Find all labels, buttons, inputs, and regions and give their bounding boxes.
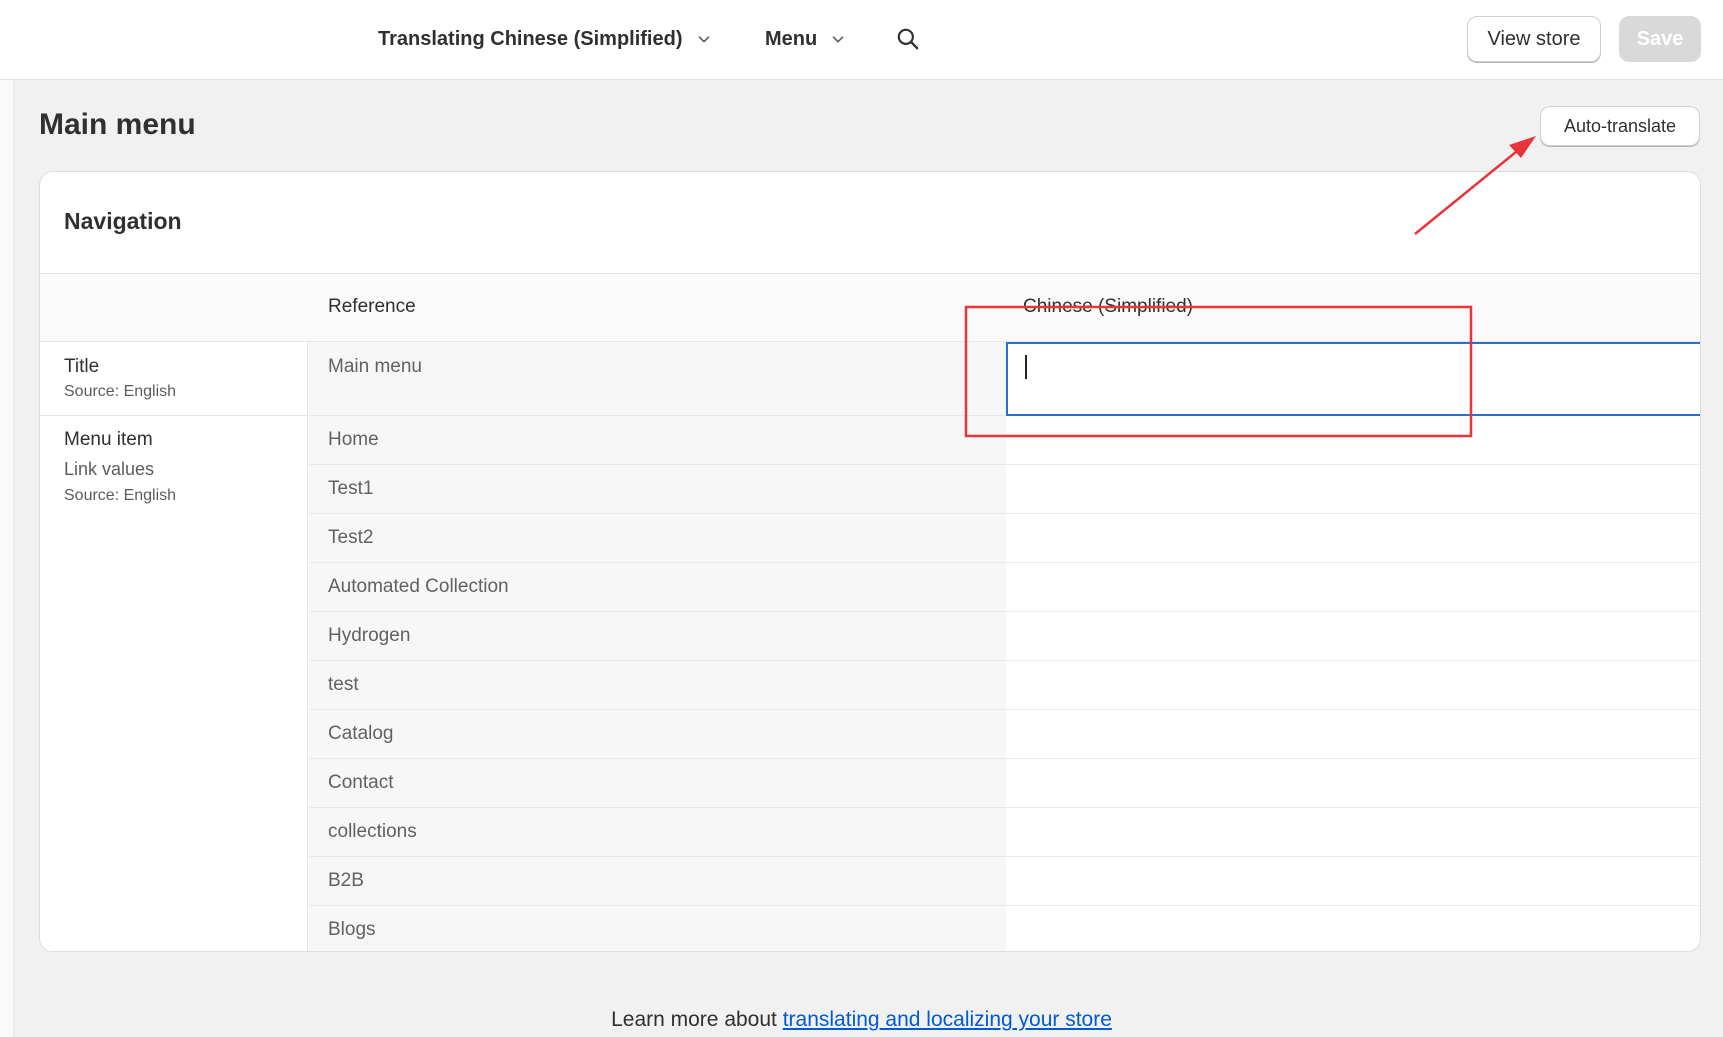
app: Translating Chinese (Simplified) Menu Vi… [0,0,1723,1037]
card-title: Navigation [64,208,182,234]
field-labels-column: Title Source: English Menu item Link val… [40,342,308,951]
reference-item: test [328,674,359,695]
resource-dropdown-label: Menu [765,27,818,50]
divider [1006,562,1700,563]
resource-dropdown[interactable]: Menu [765,23,847,55]
divider [309,905,1006,906]
divider [309,464,1006,465]
auto-translate-button[interactable]: Auto-translate [1540,106,1700,146]
translation-column [1006,342,1700,951]
save-button[interactable]: Save [1619,16,1701,62]
search-icon [897,28,919,50]
divider [40,415,308,416]
language-dropdown[interactable]: Translating Chinese (Simplified) [378,23,713,55]
divider [1006,464,1700,465]
reference-item: Test2 [328,527,374,548]
title-field-label: Title [64,356,100,377]
reference-item: Automated Collection [328,576,509,597]
reference-item: B2B [328,870,364,891]
divider [309,709,1006,710]
target-column-header: Chinese (Simplified) [1023,296,1194,317]
reference-item: collections [328,821,417,842]
search-button[interactable] [895,26,921,52]
divider [309,611,1006,612]
top-bar: Translating Chinese (Simplified) Menu Vi… [0,0,1723,80]
menu-item-label: Menu item [64,429,153,450]
reference-item: Catalog [328,723,394,744]
reference-column: Main menu Home Test1 Test2 Automated Col… [309,342,1006,951]
divider [309,758,1006,759]
reference-item: Hydrogen [328,625,411,646]
text-caret [1025,355,1027,379]
title-translation-input[interactable] [1006,342,1700,416]
annotation-arrow-head [1509,136,1536,158]
column-header-row: Reference Chinese (Simplified) [40,274,1700,342]
divider [1006,513,1700,514]
translation-help-link[interactable]: translating and localizing your store [783,1008,1112,1031]
navigation-card: Navigation Reference Chinese (Simplified… [39,171,1701,952]
reference-item: Blogs [328,919,376,940]
chevron-down-icon [698,36,709,43]
left-rail [0,80,14,1037]
footer-help-text: Learn more about translating and localiz… [0,1008,1723,1032]
reference-title-value: Main menu [328,356,422,377]
divider [309,660,1006,661]
divider [309,415,1006,416]
chevron-down-icon [832,36,844,43]
page-title: Main menu [39,108,196,141]
divider [309,513,1006,514]
divider [1006,758,1700,759]
divider [1006,660,1700,661]
divider [309,856,1006,857]
reference-item: Contact [328,772,394,793]
menu-item-source: Source: English [64,487,177,504]
divider [1006,611,1700,612]
language-dropdown-label: Translating Chinese (Simplified) [378,27,683,50]
divider [1006,709,1700,710]
footer-prefix: Learn more about [611,1008,783,1031]
divider [1006,856,1700,857]
title-field-source: Source: English [64,383,177,400]
divider [1006,905,1700,906]
reference-item: Test1 [328,478,374,499]
divider [1006,807,1700,808]
reference-column-header: Reference [328,296,416,317]
view-store-button[interactable]: View store [1467,16,1601,62]
reference-item: Home [328,429,379,450]
divider [309,562,1006,563]
menu-item-sublabel: Link values [64,459,155,479]
divider [309,807,1006,808]
